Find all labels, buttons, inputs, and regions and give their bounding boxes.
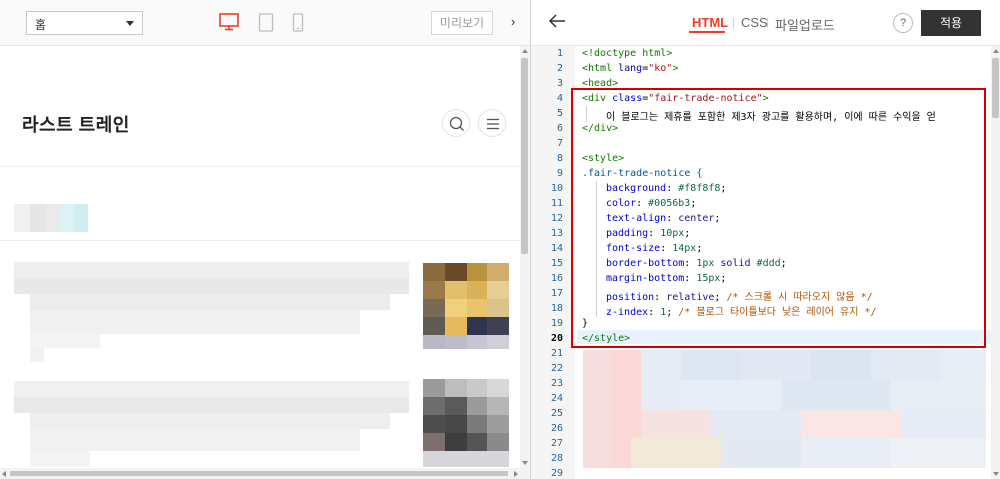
line-number: 21 bbox=[550, 348, 563, 359]
line-number: 2 bbox=[556, 63, 563, 74]
preview-button[interactable]: 미리보기 bbox=[431, 11, 493, 35]
back-arrow-icon[interactable] bbox=[547, 11, 567, 36]
scroll-thumb[interactable] bbox=[992, 58, 999, 118]
scroll-down-icon[interactable] bbox=[993, 472, 999, 476]
code-token: > bbox=[672, 63, 679, 74]
code-line: <html lang="ko"> bbox=[582, 63, 678, 74]
line-number: 13 bbox=[550, 228, 563, 239]
editor-pane: HTML | CSS | 파일업로드 ? 적용 1 2 3 4 5 6 7 8 9 10 11 12 1… bbox=[530, 0, 1000, 479]
line-number: 29 bbox=[550, 468, 563, 479]
code-token: "ko" bbox=[648, 63, 673, 74]
line-number: 1 bbox=[556, 48, 563, 59]
tablet-icon[interactable] bbox=[258, 13, 274, 37]
line-number: 9 bbox=[556, 168, 563, 179]
preview-pane: 홈 미리보기 › 라스트 트레인 bbox=[0, 0, 530, 479]
page-select[interactable]: 홈 bbox=[26, 11, 143, 35]
line-number: 19 bbox=[550, 318, 563, 329]
vertical-scrollbar[interactable] bbox=[991, 46, 1000, 479]
scroll-down-icon[interactable] bbox=[522, 461, 528, 465]
editor-toolbar: HTML | CSS | 파일업로드 ? 적용 bbox=[531, 0, 1000, 46]
tab-css[interactable]: CSS bbox=[741, 15, 768, 30]
line-number: 27 bbox=[550, 438, 563, 449]
blog-title[interactable]: 라스트 트레인 bbox=[22, 111, 130, 137]
desktop-icon[interactable] bbox=[219, 13, 239, 36]
scroll-thumb[interactable] bbox=[521, 58, 528, 254]
line-number: 17 bbox=[550, 288, 563, 299]
apply-button[interactable]: 적용 bbox=[921, 10, 981, 36]
line-number: 8 bbox=[556, 153, 563, 164]
line-number: 24 bbox=[550, 393, 563, 404]
line-number: 12 bbox=[550, 213, 563, 224]
line-number: 26 bbox=[550, 423, 563, 434]
scroll-thumb[interactable] bbox=[10, 471, 508, 476]
preview-toolbar: 홈 미리보기 › bbox=[0, 0, 530, 46]
app-root: 홈 미리보기 › 라스트 트레인 HTML | CSS | 파일업로드 ? 적용… bbox=[0, 0, 1000, 479]
scroll-up-icon[interactable] bbox=[993, 49, 999, 53]
divider bbox=[0, 240, 520, 241]
search-button[interactable] bbox=[442, 109, 470, 137]
line-number: 16 bbox=[550, 273, 563, 284]
tab-separator: | bbox=[766, 17, 769, 29]
tab-separator: | bbox=[732, 17, 735, 29]
tab-html[interactable]: HTML bbox=[692, 15, 728, 30]
line-number: 18 bbox=[550, 303, 563, 314]
hamburger-icon bbox=[487, 118, 499, 130]
line-number: 22 bbox=[550, 363, 563, 374]
mobile-icon[interactable] bbox=[292, 13, 304, 37]
tab-file-upload[interactable]: 파일업로드 bbox=[775, 15, 835, 34]
horizontal-scrollbar[interactable] bbox=[0, 468, 520, 479]
scroll-up-icon[interactable] bbox=[522, 49, 528, 53]
vertical-scrollbar[interactable] bbox=[520, 46, 530, 479]
collapse-panel-icon[interactable]: › bbox=[511, 14, 515, 29]
line-number: 10 bbox=[550, 183, 563, 194]
page-select-value: 홈 bbox=[35, 18, 47, 32]
scroll-left-icon[interactable] bbox=[2, 471, 6, 477]
code-line: <!doctype html> bbox=[582, 48, 672, 59]
scroll-right-icon[interactable] bbox=[514, 471, 518, 477]
line-number: 4 bbox=[556, 93, 563, 104]
line-number: 23 bbox=[550, 378, 563, 389]
highlight-annotation-box bbox=[571, 88, 986, 348]
line-number: 15 bbox=[550, 258, 563, 269]
help-button[interactable]: ? bbox=[893, 13, 913, 33]
line-number: 3 bbox=[556, 78, 563, 89]
code-token: lang bbox=[618, 63, 643, 74]
search-icon bbox=[449, 116, 464, 131]
line-number: 20 bbox=[550, 333, 563, 344]
code-token: <html bbox=[582, 63, 619, 74]
line-number: 5 bbox=[556, 108, 563, 119]
chevron-down-icon bbox=[126, 21, 134, 26]
line-number: 11 bbox=[550, 198, 563, 209]
active-tab-indicator bbox=[689, 31, 725, 33]
code-token: <!doctype html> bbox=[582, 48, 673, 59]
divider bbox=[0, 166, 520, 167]
line-number: 25 bbox=[550, 408, 563, 419]
menu-button[interactable] bbox=[478, 109, 506, 137]
line-number: 6 bbox=[556, 123, 563, 134]
line-number: 28 bbox=[550, 453, 563, 464]
line-number: 7 bbox=[556, 138, 563, 149]
line-number: 14 bbox=[550, 243, 563, 254]
